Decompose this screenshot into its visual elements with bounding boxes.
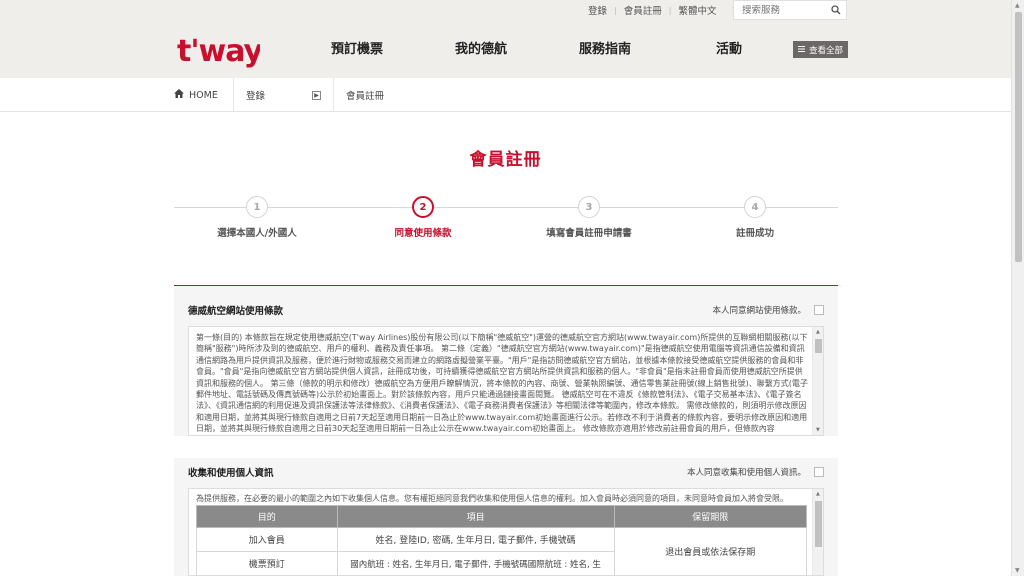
divider: | <box>614 5 617 15</box>
scroll-down-icon[interactable]: ▼ <box>816 427 820 433</box>
step-3: 3 填寫會員註冊申請書 <box>506 196 672 239</box>
search-icon[interactable] <box>830 4 842 16</box>
breadcrumb-current-label: 會員註冊 <box>346 91 385 102</box>
column-header: 保留期限 <box>613 505 808 528</box>
personal-info-intro: 為提供服務，在必要的最小的範圍之內如下收集個人信息。您有權拒絕同意我們收集和使用… <box>196 494 788 503</box>
page-scroll-thumb[interactable] <box>1015 12 1022 262</box>
personal-info-title: 收集和使用個人資訊 <box>188 468 274 479</box>
signup-link[interactable]: 會員註冊 <box>624 3 662 17</box>
step-number: 3 <box>578 196 600 218</box>
nav-item-service-guide[interactable]: 服務指南 <box>543 38 667 57</box>
column-header: 目的 <box>196 505 338 528</box>
personal-info-box[interactable]: 為提供服務，在必要的最小的範圍之內如下收集個人信息。您有權拒絕同意我們收集和使用… <box>188 488 824 576</box>
terms-scrollbar[interactable]: ▲ ▼ <box>812 327 823 435</box>
step-1: 1 選擇本國人/外國人 <box>174 196 340 239</box>
table-cell: 機票預訂 <box>196 551 338 575</box>
personal-info-agree-checkbox[interactable] <box>814 467 824 477</box>
utility-links: 登錄 | 會員註冊 | 繁體中文 ▼ <box>588 0 738 20</box>
table-cell: 國內航班 : 姓名, 生年月日, 電子郵件, 手機號碼國際航班 : 姓名, 生 <box>336 551 615 575</box>
terms-header: 德威航空網站使用條款 本人同意網站使用條款。 <box>188 303 824 317</box>
personal-info-header: 收集和使用個人資訊 本人同意收集和使用個人資訊。 <box>188 465 824 479</box>
login-link[interactable]: 登錄 <box>588 3 607 17</box>
utility-bar: 登錄 | 會員註冊 | 繁體中文 ▼ <box>0 0 1011 20</box>
breadcrumb: HOME 登錄 ▶ 會員註冊 <box>0 78 1011 112</box>
chevron-right-icon[interactable]: ▶ <box>312 90 321 100</box>
personal-info-agree-label: 本人同意收集和使用個人資訊。 <box>686 468 806 478</box>
step-number: 1 <box>246 196 268 218</box>
terms-agree[interactable]: 本人同意網站使用條款。 <box>712 304 824 316</box>
step-2: 2 同意使用條款 <box>340 196 506 239</box>
personal-info-agree[interactable]: 本人同意收集和使用個人資訊。 <box>687 466 824 478</box>
step-label: 同意使用條款 <box>394 228 452 239</box>
breadcrumb-home-label: HOME <box>189 89 218 101</box>
main-nav: 預訂機票 我的德航 服務指南 活動 <box>295 38 791 57</box>
signup-steps: 1 選擇本國人/外國人 2 同意使用條款 3 填寫會員註冊申請書 4 註冊成功 <box>174 196 838 256</box>
scroll-up-icon[interactable]: ▲ <box>816 329 820 335</box>
language-select[interactable]: 繁體中文 ▼ <box>678 3 737 17</box>
nav-item-booking[interactable]: 預訂機票 <box>295 38 419 57</box>
search-input[interactable] <box>742 4 830 16</box>
language-value: 繁體中文 <box>678 6 717 17</box>
agreement-panel: 德威航空網站使用條款 本人同意網站使用條款。 第一條(目的) 本條款旨在規定使用… <box>174 286 838 576</box>
home-icon <box>174 89 184 101</box>
logo-text: t'way <box>177 34 260 69</box>
breadcrumb-home[interactable]: HOME <box>174 78 234 112</box>
breadcrumb-login[interactable]: 登錄 ▶ <box>234 78 334 112</box>
tway-logo[interactable]: t'way <box>176 30 260 70</box>
scroll-thumb[interactable] <box>815 501 822 547</box>
personal-info-table: 目的 項目 保留期限 加入會員 姓名, 登陸ID, 密碼, 生年月日, 電子郵件… <box>196 505 808 575</box>
step-4: 4 註冊成功 <box>672 196 838 239</box>
scroll-up-icon[interactable]: ▲ <box>816 491 820 497</box>
terms-agree-label: 本人同意網站使用條款。 <box>712 306 806 316</box>
breadcrumb-login-label: 登錄 <box>246 91 266 102</box>
search-box <box>733 0 847 20</box>
view-all-label: 查看全部 <box>808 45 843 56</box>
step-label: 選擇本國人/外國人 <box>217 228 297 239</box>
terms-agree-checkbox[interactable] <box>814 305 824 315</box>
page-title: 會員註冊 <box>469 150 542 170</box>
scroll-up-icon[interactable]: ▲ <box>1015 2 1020 9</box>
step-number: 4 <box>744 196 766 218</box>
table-cell: 加入會員 <box>196 527 338 552</box>
table-header-row: 目的 項目 保留期限 <box>196 505 808 528</box>
scroll-thumb[interactable] <box>815 339 822 353</box>
section-gap <box>174 436 838 458</box>
step-number: 2 <box>412 196 434 218</box>
table-row: 加入會員 姓名, 登陸ID, 密碼, 生年月日, 電子郵件, 手機號碼 退出會員… <box>196 527 808 575</box>
menu-icon <box>797 45 805 55</box>
column-header: 項目 <box>336 505 615 528</box>
personal-info-scrollbar[interactable]: ▲ <box>812 489 823 575</box>
terms-text: 第一條(目的) 本條款旨在規定使用德威航空(T'way Airlines)股份有… <box>196 333 808 434</box>
breadcrumb-current: 會員註冊 <box>334 78 396 112</box>
step-label: 填寫會員註冊申請書 <box>546 228 632 239</box>
nav-item-events[interactable]: 活動 <box>667 38 791 57</box>
divider: | <box>668 5 672 15</box>
table-cell: 姓名, 登陸ID, 密碼, 生年月日, 電子郵件, 手機號碼 <box>336 527 615 552</box>
view-all-button[interactable]: 查看全部 <box>793 41 848 58</box>
table-cell-retention: 退出會員或依法保存期 <box>613 527 808 575</box>
main-header: t'way 預訂機票 我的德航 服務指南 活動 查看全部 <box>0 20 1011 78</box>
page-scrollbar[interactable]: ▲ ▼ <box>1011 0 1024 576</box>
terms-title: 德威航空網站使用條款 <box>188 306 284 317</box>
nav-item-my-tway[interactable]: 我的德航 <box>419 38 543 57</box>
step-label: 註冊成功 <box>735 228 774 239</box>
scroll-down-icon[interactable]: ▼ <box>1015 567 1020 574</box>
terms-content-box[interactable]: 第一條(目的) 本條款旨在規定使用德威航空(T'way Airlines)股份有… <box>188 326 824 436</box>
